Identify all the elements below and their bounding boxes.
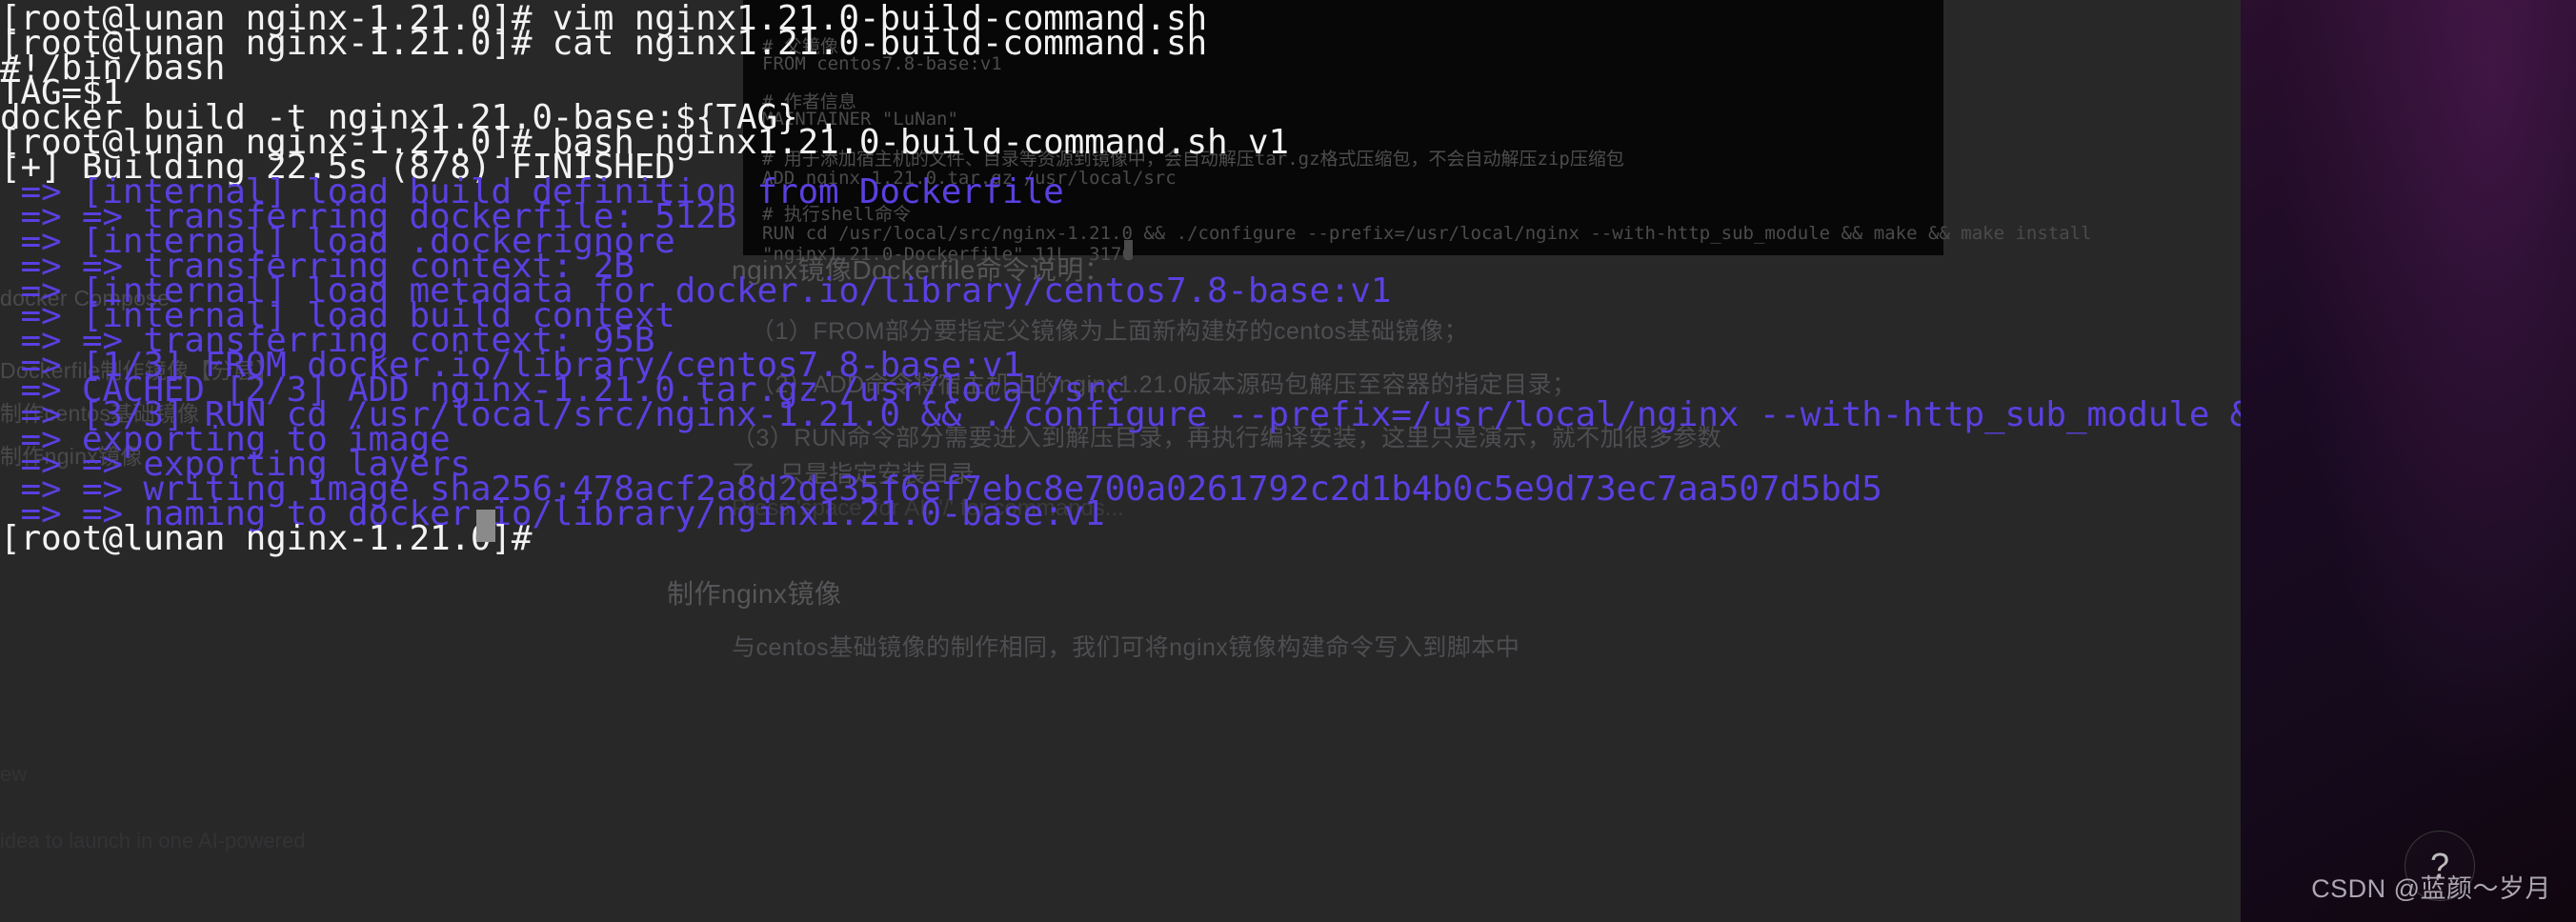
right-gradient-panel bbox=[2241, 0, 2576, 922]
terminal-window[interactable]: [root@lunan nginx-1.21.0]# vim nginx1.21… bbox=[0, 0, 2576, 922]
csdn-watermark: CSDN @蓝颜～岁月 bbox=[2311, 874, 2551, 903]
terminal-cursor bbox=[476, 510, 495, 542]
screen-root: docker Compose Dockerfile制作镜像【分层】 制作centos… bbox=[0, 0, 2576, 922]
terminal-line: [root@lunan nginx-1.21.0]# bbox=[0, 519, 553, 558]
